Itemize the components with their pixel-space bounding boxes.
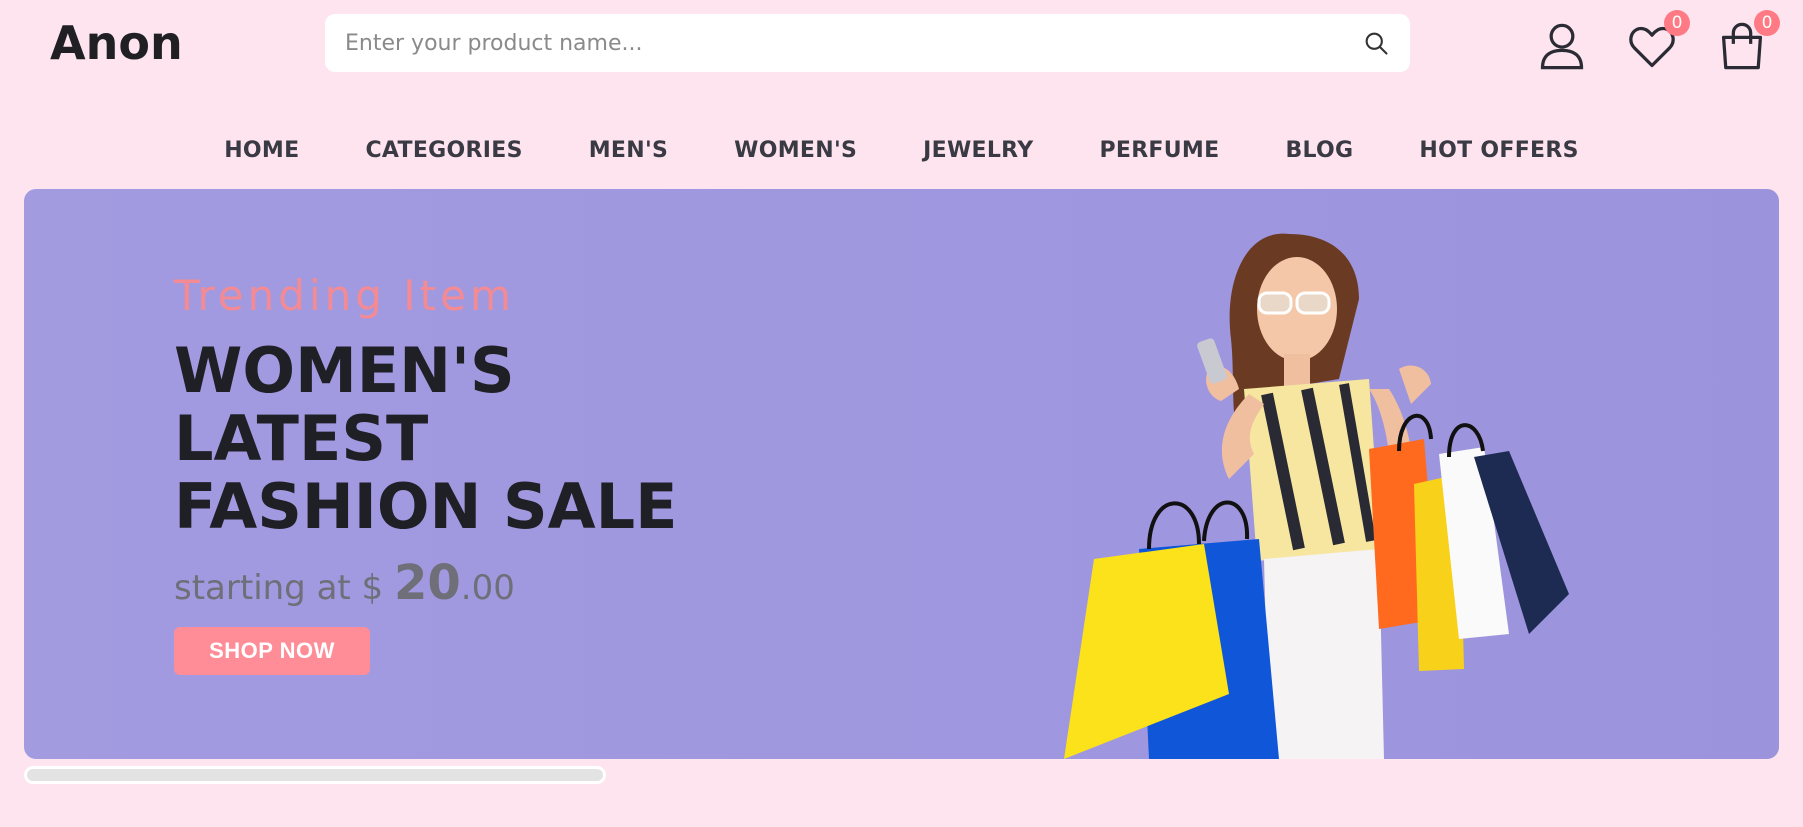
banner-price: starting at $ 20.00 <box>174 555 515 611</box>
banner-title-line1: WOMEN'S <box>174 334 515 407</box>
nav-item-perfume[interactable]: PERFUME <box>1099 138 1219 163</box>
hero-banner: Trending Item WOMEN'S LATEST FASHION SAL… <box>24 189 1779 759</box>
price-cents: .00 <box>460 568 515 608</box>
logo[interactable]: Anon <box>50 16 183 70</box>
nav-item-womens[interactable]: WOMEN'S <box>734 138 857 163</box>
search-input[interactable] <box>345 30 1362 56</box>
nav-item-home[interactable]: HOME <box>224 138 299 163</box>
nav-item-categories[interactable]: CATEGORIES <box>365 138 522 163</box>
scrollbar-thumb[interactable] <box>27 769 603 781</box>
nav-item-blog[interactable]: BLOG <box>1285 138 1353 163</box>
shop-now-button[interactable]: SHOP NOW <box>174 627 370 675</box>
banner-subtitle: Trending Item <box>174 271 515 320</box>
banner-title-line3: FASHION SALE <box>174 470 678 543</box>
account-button[interactable] <box>1536 16 1594 76</box>
price-prefix: starting at $ <box>174 568 394 608</box>
cart-count-badge: 0 <box>1754 10 1780 36</box>
wishlist-count-badge: 0 <box>1664 10 1690 36</box>
banner-title-line2: LATEST <box>174 402 429 475</box>
cart-button[interactable]: 0 <box>1716 10 1780 76</box>
nav-item-jewelry[interactable]: JEWELRY <box>923 138 1033 163</box>
wishlist-button[interactable]: 0 <box>1626 10 1690 76</box>
banner-image <box>1064 233 1569 759</box>
nav-item-mens[interactable]: MEN'S <box>589 138 668 163</box>
nav-item-hot-offers[interactable]: HOT OFFERS <box>1419 138 1578 163</box>
user-icon <box>1540 23 1584 70</box>
slider-scrollbar[interactable] <box>24 766 606 784</box>
main-nav: HOME CATEGORIES MEN'S WOMEN'S JEWELRY PE… <box>0 138 1803 163</box>
price-whole: 20 <box>394 555 461 611</box>
search-icon[interactable] <box>1362 29 1390 57</box>
header-actions: 0 0 <box>1536 10 1786 76</box>
banner-title: WOMEN'S LATEST FASHION SALE <box>174 337 794 541</box>
search-bar <box>325 14 1410 72</box>
